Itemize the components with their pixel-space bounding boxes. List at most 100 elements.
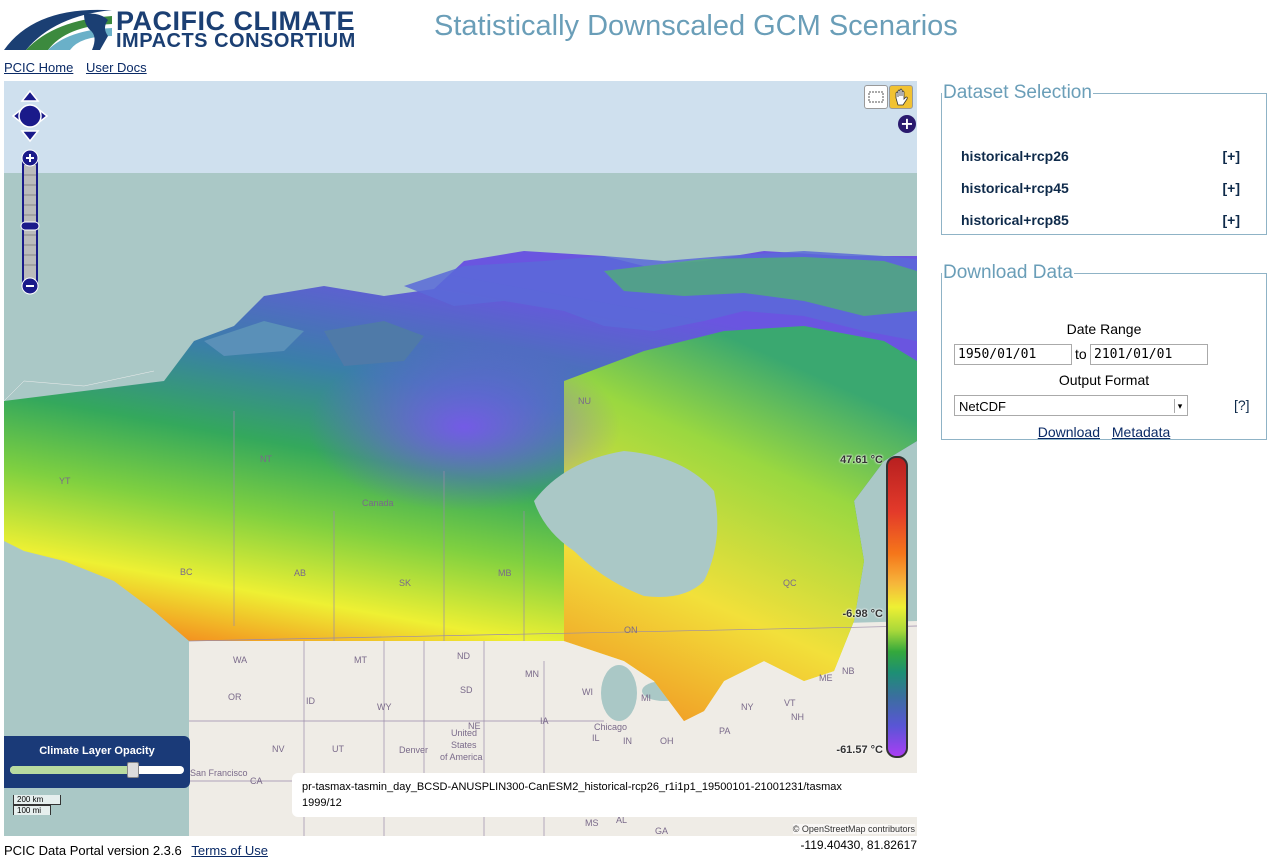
color-legend-bar	[886, 456, 908, 758]
scale-line: 200 km 100 mi	[13, 795, 61, 815]
map-label: NU	[578, 396, 591, 406]
map-label: NT	[260, 454, 272, 464]
box-select-tool[interactable]	[864, 85, 888, 109]
pan-down-icon	[20, 130, 40, 143]
map-label: YT	[59, 476, 71, 486]
opacity-title: Climate Layer Opacity	[39, 745, 155, 757]
opacity-panel: Climate Layer Opacity	[4, 736, 190, 788]
map-label: QC	[783, 578, 797, 588]
end-date-input[interactable]	[1090, 344, 1208, 365]
map-label: WY	[377, 702, 392, 712]
legend-mid: -6.98 °C	[842, 608, 883, 620]
dataset-selection-title: Dataset Selection	[943, 82, 1092, 103]
climate-map	[4, 81, 917, 836]
map-label: MI	[641, 693, 651, 703]
map-label: WI	[582, 687, 593, 697]
map-label: NY	[741, 702, 754, 712]
layer-info-box: pr-tasmax-tasmin_day_BCSD-ANUSPLIN300-Ca…	[292, 773, 917, 817]
zoom-slider-handle	[20, 221, 40, 231]
metadata-link[interactable]: Metadata	[1112, 424, 1170, 440]
user-docs-link[interactable]: User Docs	[86, 60, 147, 75]
map-label: ID	[306, 696, 315, 706]
map-label: IA	[540, 716, 549, 726]
download-link[interactable]: Download	[1038, 424, 1100, 440]
start-date-input[interactable]	[954, 344, 1072, 365]
layer-date: 1999/12	[302, 797, 342, 809]
page-title: Statistically Downscaled GCM Scenarios	[434, 10, 958, 42]
map-label: ME	[819, 673, 833, 683]
format-help-link[interactable]: [?]	[1234, 397, 1250, 413]
scale-km: 200 km	[13, 795, 61, 805]
map-label: PA	[719, 726, 731, 736]
map-label: Canada	[362, 498, 394, 508]
map-label: IL	[592, 733, 600, 743]
map-label: NH	[791, 712, 804, 722]
map-viewport[interactable]: Canada NT YT NU BC AB SK MB ON QC NB WA …	[4, 81, 917, 836]
map-label: Chicago	[594, 722, 628, 732]
map-label: ON	[624, 625, 638, 635]
chevron-down-icon: ▾	[1174, 399, 1185, 413]
map-label: IN	[623, 736, 632, 746]
map-label: MB	[498, 568, 512, 578]
map-label: MN	[525, 669, 539, 679]
hand-icon	[895, 88, 908, 106]
mouse-coordinates: -119.40430, 81.82617	[800, 838, 917, 852]
map-label: AB	[294, 568, 307, 578]
map-label: NV	[272, 744, 285, 754]
logo-waves-icon	[4, 9, 112, 51]
map-label: ND	[457, 651, 470, 661]
map-label: Denver	[399, 745, 429, 755]
opacity-slider-fill	[10, 766, 132, 774]
map-label: GA	[655, 826, 669, 836]
map-label: SK	[399, 578, 412, 588]
map-label: MT	[354, 655, 367, 665]
legend-min: -61.57 °C	[836, 744, 883, 756]
layer-switcher-button[interactable]: +	[898, 115, 916, 133]
map-label: UT	[332, 744, 344, 754]
map-label: of America	[440, 752, 483, 762]
footer: PCIC Data Portal version 2.3.6 Terms of …	[4, 843, 268, 858]
dataset-item-rcp85[interactable]: historical+rcp85	[961, 212, 1069, 228]
dataset-item-rcp45[interactable]: historical+rcp45	[961, 180, 1069, 196]
terms-of-use-link[interactable]: Terms of Use	[191, 843, 268, 858]
zoom-control[interactable]	[19, 149, 41, 295]
pan-control[interactable]	[11, 89, 49, 143]
output-format-select[interactable]: NetCDF ▾	[954, 395, 1188, 416]
output-format-value: NetCDF	[959, 399, 1006, 414]
map-label: WA	[233, 655, 248, 665]
dataset-selection-panel: Dataset Selection historical+rcp26 [+] h…	[941, 82, 1267, 235]
dataset-item-rcp26[interactable]: historical+rcp26	[961, 148, 1069, 164]
map-label: BC	[180, 567, 193, 577]
map-label: SD	[460, 685, 473, 695]
version-text: PCIC Data Portal version 2.3.6	[4, 843, 182, 858]
legend-max: 47.61 °C	[840, 454, 883, 466]
pcic-home-link[interactable]: PCIC Home	[4, 60, 73, 75]
download-data-panel: Download Data Date Range to Output Forma…	[941, 262, 1267, 440]
map-label: NB	[842, 666, 855, 676]
scale-mi: 100 mi	[13, 805, 51, 815]
map-label: OH	[660, 736, 674, 746]
top-nav: PCIC Home User Docs	[4, 60, 156, 75]
map-label: San Francisco	[190, 768, 248, 778]
map-label: VT	[784, 698, 796, 708]
download-data-title: Download Data	[943, 262, 1073, 283]
opacity-slider-handle[interactable]	[126, 762, 139, 778]
map-label: CA	[250, 776, 263, 786]
map-label: States	[451, 740, 477, 750]
to-label: to	[1075, 346, 1087, 362]
expand-rcp85-button[interactable]: [+]	[1223, 212, 1241, 228]
download-links: Download Metadata	[942, 424, 1266, 440]
box-select-icon	[868, 91, 884, 103]
map-label: OR	[228, 692, 242, 702]
map-label: MS	[585, 818, 599, 828]
layer-name: pr-tasmax-tasmin_day_BCSD-ANUSPLIN300-Ca…	[302, 781, 842, 793]
pan-up-icon	[20, 89, 40, 102]
expand-rcp26-button[interactable]: [+]	[1223, 148, 1241, 164]
expand-rcp45-button[interactable]: [+]	[1223, 180, 1241, 196]
output-format-label: Output Format	[1058, 372, 1150, 388]
date-range-label: Date Range	[1066, 321, 1142, 337]
osm-attribution: © OpenStreetMap contributors	[792, 824, 915, 834]
pan-tool[interactable]	[889, 85, 913, 109]
map-label: United	[451, 728, 478, 738]
logo-line2: IMPACTS CONSORTIUM	[116, 30, 356, 52]
